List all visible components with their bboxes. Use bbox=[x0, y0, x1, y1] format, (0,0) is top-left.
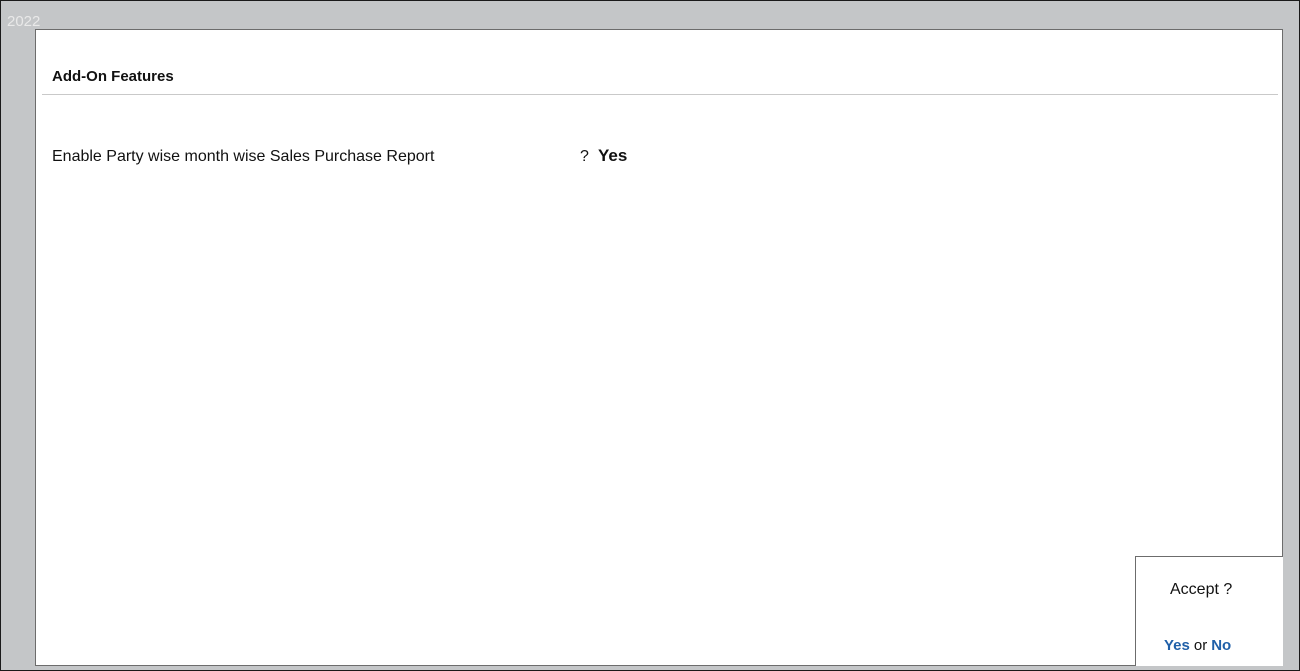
accept-or-text: or bbox=[1193, 637, 1208, 654]
accept-question: Accept ? bbox=[1170, 581, 1233, 598]
accept-prompt-box: Accept ? Yes or No bbox=[1135, 556, 1283, 666]
dialog-title: Add-On Features bbox=[52, 68, 174, 85]
field-label: Enable Party wise month wise Sales Purch… bbox=[52, 148, 435, 165]
party-wise-report-field: Enable Party wise month wise Sales Purch… bbox=[52, 146, 627, 166]
accept-options: Yes or No bbox=[1164, 637, 1231, 654]
field-value-yes[interactable]: Yes bbox=[598, 146, 627, 165]
title-divider bbox=[42, 94, 1278, 95]
accept-yes-button[interactable]: Yes bbox=[1164, 637, 1190, 654]
accept-no-button[interactable]: No bbox=[1211, 637, 1231, 654]
add-on-features-dialog: Add-On Features Enable Party wise month … bbox=[35, 29, 1283, 666]
app-window: 2022 Add-On Features Enable Party wise m… bbox=[0, 0, 1300, 671]
field-separator: ? bbox=[580, 148, 589, 165]
background-year-text: 2022 bbox=[7, 13, 41, 30]
